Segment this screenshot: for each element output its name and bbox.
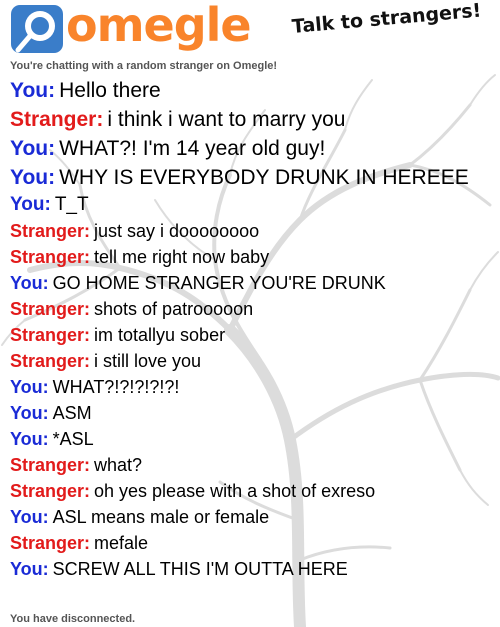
chat-message: Stranger: i think i want to marry you — [10, 105, 498, 134]
status-connected: You're chatting with a random stranger o… — [10, 60, 278, 72]
message-text: im totallyu sober — [94, 325, 226, 345]
chat-log: You: Hello there Stranger: i think i want t… — [10, 76, 498, 582]
message-text: i still love you — [94, 351, 202, 371]
message-text: what? — [94, 455, 143, 475]
speaker-you: You: — [10, 166, 56, 189]
message-text: SCREW ALL THIS I'M OUTTA HERE — [52, 559, 348, 579]
speaker-you: You: — [10, 79, 56, 102]
speaker-stranger: Stranger: — [10, 108, 104, 131]
message-text: WHY IS EVERYBODY DRUNK IN HEREEE — [59, 166, 469, 189]
speaker-you: You: — [10, 429, 49, 449]
omegle-logo-icon — [11, 5, 63, 53]
chat-message: You: GO HOME STRANGER YOU'RE DRUNK — [10, 270, 498, 296]
speaker-stranger: Stranger: — [10, 221, 91, 241]
status-disconnected: You have disconnected. — [10, 613, 136, 625]
chat-message: You: WHAT?!?!?!?!?! — [10, 374, 498, 400]
message-text: WHAT?! I'm 14 year old guy! — [59, 137, 326, 160]
tagline: Talk to strangers! — [291, 0, 483, 38]
message-text: oh yes please with a shot of exreso — [94, 481, 376, 501]
chat-message: Stranger: im totallyu sober — [10, 322, 498, 348]
logo-wordmark[interactable]: omegle — [66, 0, 252, 52]
speaker-you: You: — [10, 403, 49, 423]
chat-message: Stranger: oh yes please with a shot of ex… — [10, 478, 498, 504]
speaker-stranger: Stranger: — [10, 299, 91, 319]
chat-message: Stranger: shots of patrooooon — [10, 296, 498, 322]
message-text: just say i doooooooo — [94, 221, 260, 241]
message-text: T_T — [54, 194, 89, 215]
message-text: ASL means male or female — [52, 507, 270, 527]
chat-message: Stranger: mefale — [10, 530, 498, 556]
speaker-you: You: — [10, 507, 49, 527]
chat-message: You: ASL means male or female — [10, 504, 498, 530]
speaker-you: You: — [10, 137, 56, 160]
speaker-stranger: Stranger: — [10, 533, 91, 553]
message-text: tell me right now baby — [94, 247, 270, 267]
speaker-you: You: — [10, 194, 51, 215]
speaker-you: You: — [10, 377, 49, 397]
speaker-stranger: Stranger: — [10, 247, 91, 267]
chat-message: Stranger: i still love you — [10, 348, 498, 374]
chat-message: Stranger: tell me right now baby — [10, 244, 498, 270]
speaker-stranger: Stranger: — [10, 481, 91, 501]
chat-message: You: Hello there — [10, 76, 498, 105]
speaker-stranger: Stranger: — [10, 351, 91, 371]
speaker-you: You: — [10, 273, 49, 293]
message-text: mefale — [94, 533, 149, 553]
message-text: GO HOME STRANGER YOU'RE DRUNK — [52, 273, 386, 293]
message-text: ASM — [52, 403, 92, 423]
message-text: WHAT?!?!?!?!?! — [52, 377, 180, 397]
chat-message: Stranger: just say i doooooooo — [10, 218, 498, 244]
speaker-stranger: Stranger: — [10, 325, 91, 345]
chat-message: You: T_T — [10, 192, 498, 218]
chat-message: You: ASM — [10, 400, 498, 426]
message-text: shots of patrooooon — [94, 299, 254, 319]
message-text: *ASL — [52, 429, 94, 449]
chat-message: You: *ASL — [10, 426, 498, 452]
chat-message: You: SCREW ALL THIS I'M OUTTA HERE — [10, 556, 498, 582]
header: omegle Talk to strangers! — [0, 0, 500, 58]
chat-message: You: WHAT?! I'm 14 year old guy! — [10, 134, 498, 163]
chat-message: Stranger: what? — [10, 452, 498, 478]
chat-message: You: WHY IS EVERYBODY DRUNK IN HEREEE — [10, 163, 498, 192]
message-text: Hello there — [59, 79, 161, 102]
speaker-you: You: — [10, 559, 49, 579]
speaker-stranger: Stranger: — [10, 455, 91, 475]
message-text: i think i want to marry you — [107, 108, 346, 131]
